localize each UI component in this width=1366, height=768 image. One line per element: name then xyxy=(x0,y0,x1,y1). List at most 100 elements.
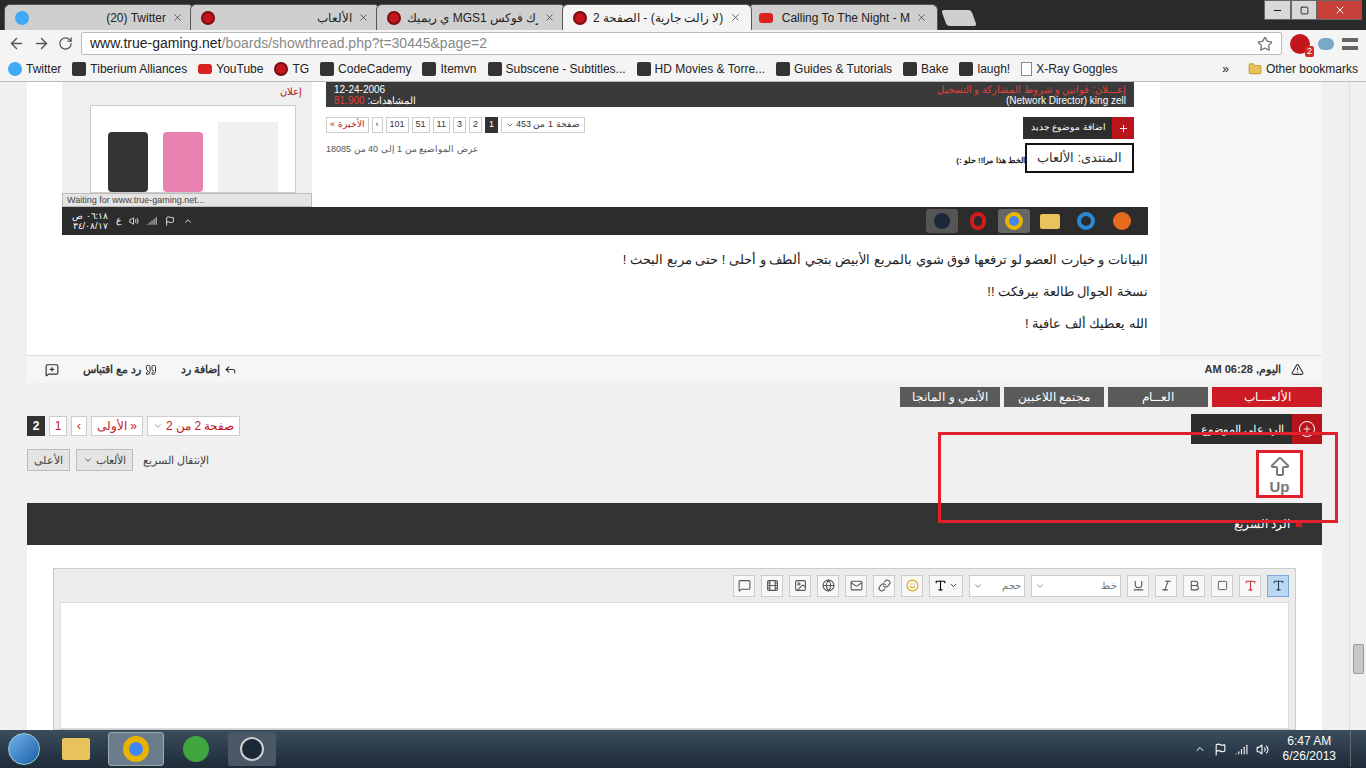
topics-count: عرض المواضيع من 1 إلى 40 من 18085 xyxy=(326,143,478,157)
image-button[interactable] xyxy=(789,575,811,597)
quick-nav-select[interactable]: الألعاب xyxy=(76,449,133,471)
bookmark[interactable]: CodeCademy xyxy=(320,60,411,78)
bold-button[interactable] xyxy=(1183,575,1205,597)
paste-button[interactable] xyxy=(1211,575,1233,597)
close-tab-icon[interactable] xyxy=(172,12,183,23)
link-button[interactable] xyxy=(873,575,895,597)
extension-button[interactable]: 2 xyxy=(1290,34,1310,54)
page-link[interactable]: 1 xyxy=(485,117,498,133)
quote-reply-button[interactable]: رد مع اقتباس xyxy=(83,361,157,378)
page-link[interactable]: 3 xyxy=(453,117,466,133)
bookmarks-more[interactable]: » xyxy=(1222,60,1229,78)
bookmark[interactable]: Tiberium Alliances xyxy=(72,60,187,78)
browser-tab[interactable]: جة (لا زالت جارية) - الصفحة 2 xyxy=(562,4,752,30)
maximize-button[interactable] xyxy=(1291,0,1317,20)
explorer-taskbar-icon[interactable] xyxy=(52,732,100,766)
bookmark[interactable]: Twitter xyxy=(8,60,61,78)
bookmark-star-icon[interactable] xyxy=(1257,36,1273,52)
twitter-ext-icon[interactable] xyxy=(1318,38,1334,50)
back-icon[interactable] xyxy=(8,35,25,52)
close-tab-icon[interactable] xyxy=(730,12,741,23)
firefox-app-icon[interactable] xyxy=(1106,209,1138,233)
source-button[interactable] xyxy=(1267,575,1289,597)
browser-chrome: (20) Twitterالألعابي ريميك MGS1 بمحرك فو… xyxy=(0,0,1366,82)
bookmark[interactable]: TG xyxy=(274,60,309,78)
reload-icon[interactable] xyxy=(58,36,73,51)
editor-textarea[interactable] xyxy=(60,602,1289,729)
top-button[interactable]: الأعلى xyxy=(27,449,70,471)
other-bookmarks[interactable]: Other bookmarks xyxy=(1240,60,1358,78)
bookmark[interactable]: YouTube xyxy=(198,60,263,78)
page-select[interactable]: صفحة 2 من 2 xyxy=(147,416,240,436)
page-link[interactable]: 101 xyxy=(386,117,409,133)
comment: الخط هذا مرا!! حلو :) xyxy=(956,155,1025,167)
menu-icon[interactable] xyxy=(1342,38,1358,50)
ie-app-icon[interactable] xyxy=(1070,209,1102,233)
prev-page[interactable]: ‹ xyxy=(71,416,87,436)
first-page[interactable]: « الأولى xyxy=(91,416,143,436)
close-tab-icon[interactable] xyxy=(916,12,927,23)
browser-tab[interactable]: ي ريميك MGS1 بمحرك فوكس! xyxy=(376,4,566,30)
start-button[interactable] xyxy=(4,731,44,767)
steam-app-icon[interactable] xyxy=(926,209,958,233)
forum-tab[interactable]: مجتمع اللاعبين xyxy=(1004,387,1104,407)
browser-tab[interactable]: Calling To The Night - M xyxy=(748,4,938,30)
close-tab-icon[interactable] xyxy=(544,12,555,23)
page-link[interactable]: 51 xyxy=(412,117,430,133)
opera-app-icon[interactable] xyxy=(962,209,994,233)
smiley-button[interactable] xyxy=(901,575,923,597)
video-button[interactable] xyxy=(761,575,783,597)
forum-tab[interactable]: العــام xyxy=(1108,387,1208,407)
multi-quote-icon[interactable] xyxy=(45,363,59,377)
site-icon xyxy=(903,62,917,76)
bookmark[interactable]: X-Ray Goggles xyxy=(1021,60,1117,78)
browser-tab[interactable]: الألعاب xyxy=(190,4,380,30)
bookmark[interactable]: HD Movies & Torre... xyxy=(637,60,765,78)
site-icon xyxy=(959,62,973,76)
scrollbar[interactable] xyxy=(1349,82,1366,730)
up-button[interactable]: Up xyxy=(1256,450,1303,498)
italic-button[interactable] xyxy=(1155,575,1177,597)
utorrent-taskbar-icon[interactable] xyxy=(172,732,220,766)
clock[interactable]: 6:47 AM6/26/2013 xyxy=(1277,734,1342,764)
browser-tab[interactable]: (20) Twitter xyxy=(4,4,194,30)
page-link[interactable]: 11 xyxy=(433,117,450,133)
page-link[interactable]: 2 xyxy=(469,117,482,133)
globe-button[interactable] xyxy=(817,575,839,597)
new-tab-button[interactable] xyxy=(941,10,977,26)
report-icon[interactable] xyxy=(1291,363,1304,376)
font-select[interactable]: خط xyxy=(1031,575,1121,597)
forum-tab[interactable]: الأنمي و المانجا xyxy=(900,387,1000,407)
tg-logo-icon xyxy=(387,11,401,25)
bookmark[interactable]: Guides & Tutorials xyxy=(776,60,892,78)
reply-thread-button[interactable]: الرد على الموضوع xyxy=(1191,414,1322,444)
size-select[interactable]: حجم xyxy=(969,575,1025,597)
chrome-app-icon[interactable] xyxy=(998,209,1030,233)
minimize-button[interactable] xyxy=(1264,0,1291,20)
forum-tab[interactable]: الألعـــاب xyxy=(1212,387,1322,407)
close-button[interactable] xyxy=(1317,0,1362,20)
close-tab-icon[interactable] xyxy=(358,12,369,23)
show-desktop[interactable] xyxy=(1350,731,1362,767)
quote-button[interactable] xyxy=(733,575,755,597)
color-button[interactable] xyxy=(929,575,963,597)
remove-format-button[interactable] xyxy=(1239,575,1261,597)
quick-nav: الأعلىالألعابالإنتقال السريع xyxy=(27,449,240,471)
underline-button[interactable] xyxy=(1127,575,1149,597)
email-button[interactable] xyxy=(845,575,867,597)
explorer-app-icon[interactable] xyxy=(1034,209,1066,233)
new-topic-button[interactable]: اضافة موضوع جديد xyxy=(1023,117,1134,139)
page-link[interactable]: 1 xyxy=(49,416,67,436)
steam-taskbar-icon[interactable] xyxy=(228,732,276,766)
forward-icon[interactable] xyxy=(33,35,50,52)
bookmark[interactable]: Itemvn xyxy=(422,60,476,78)
bookmark[interactable]: laugh! xyxy=(959,60,1010,78)
reply-link[interactable]: إضافة رد xyxy=(181,361,237,378)
address-bar[interactable]: www.true-gaming.net/boards/showthread.ph… xyxy=(81,32,1282,55)
announcement-bar: إعـــلان: قوانين و شروط المشاركة و التسج… xyxy=(326,82,1134,107)
scrollbar-thumb[interactable] xyxy=(1353,644,1364,674)
page-link[interactable]: 2 xyxy=(27,416,45,436)
chrome-taskbar-icon[interactable] xyxy=(108,732,164,766)
bookmark[interactable]: Subscene - Subtitles... xyxy=(488,60,626,78)
bookmark[interactable]: Bake xyxy=(903,60,948,78)
